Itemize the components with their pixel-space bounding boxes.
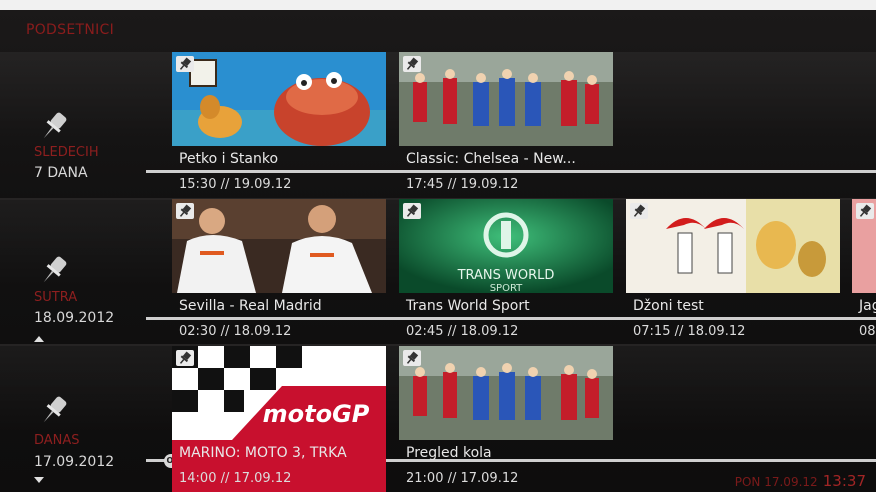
program-title: MARINO: MOTO 3, TRKA (179, 445, 347, 461)
arrow-up-icon[interactable] (34, 336, 44, 342)
program-title: Sevilla - Real Madrid (179, 298, 322, 314)
pushpin-icon (176, 350, 194, 366)
thumbnail-text: SPORT (490, 283, 523, 293)
reminder-row-tomorrow: SUTRA 18.09.2012 Sevilla - Real Madrid 0… (0, 199, 876, 346)
program-time: 14:00 // 17.09.12 (179, 471, 292, 486)
clock: PON 17.09.12 13:37 (735, 471, 866, 490)
program-card[interactable]: Petko i Stanko 15:30 // 19.09.12 (172, 52, 386, 194)
program-thumbnail (626, 199, 840, 293)
reminder-row-next-7-days: SLEDECIH 7 DANA Petko i Stanko 15:30 // … (0, 52, 876, 198)
reminders-screen: PODSETNICI SLEDECIH 7 DANA Petko i Stank… (0, 10, 876, 492)
clock-date: PON 17.09.12 (734, 475, 818, 489)
pushpin-icon (630, 203, 648, 219)
program-card[interactable]: Classic: Chelsea - New... 17:45 // 19.09… (399, 52, 613, 194)
program-title: Jag (859, 298, 876, 314)
row-label: SLEDECIH (34, 145, 99, 160)
pushpin-icon (403, 56, 421, 72)
row-sublabel: 17.09.2012 (34, 454, 115, 470)
pushpin-icon (43, 396, 67, 423)
program-card[interactable]: Sevilla - Real Madrid 02:30 // 18.09.12 (172, 199, 386, 341)
pushpin-icon (403, 203, 421, 219)
row-sublabel: 7 DANA (34, 165, 88, 181)
program-card[interactable]: Džoni test 07:15 // 18.09.12 (626, 199, 840, 341)
pushpin-icon (176, 56, 194, 72)
pushpin-icon (43, 112, 67, 139)
thumbnail-text: motoGP (263, 400, 370, 428)
program-thumbnail (172, 52, 386, 146)
program-time: 15:30 // 19.09.12 (179, 177, 292, 192)
pushpin-icon (176, 203, 194, 219)
arrow-down-icon[interactable] (34, 477, 44, 483)
row-label: DANAS (34, 433, 80, 448)
row-sublabel: 18.09.2012 (34, 310, 115, 326)
program-card[interactable]: TRANS WORLD SPORT Trans World Sport 02:4… (399, 199, 613, 341)
program-card[interactable]: Pregled kola 21:00 // 17.09.12 (399, 346, 613, 488)
pushpin-icon (856, 203, 874, 219)
program-title: Petko i Stanko (179, 151, 279, 167)
program-time: 08 (859, 324, 876, 339)
program-time: 07:15 // 18.09.12 (633, 324, 746, 339)
pushpin-icon (43, 256, 67, 283)
program-title: Classic: Chelsea - New... (406, 151, 576, 167)
program-title: Džoni test (633, 298, 704, 314)
clock-time: 13:37 (822, 472, 866, 490)
reminder-row-today: DANAS 17.09.2012 OK motoGP MARINO: MOT (0, 346, 876, 492)
program-card[interactable]: Jag 08 (852, 199, 876, 341)
program-time: 02:30 // 18.09.12 (179, 324, 292, 339)
program-thumbnail (399, 346, 613, 440)
program-title: Pregled kola (406, 445, 492, 461)
page-title: PODSETNICI (26, 22, 115, 38)
program-time: 21:00 // 17.09.12 (406, 471, 519, 486)
program-title: Trans World Sport (406, 298, 530, 314)
program-thumbnail: TRANS WORLD SPORT (399, 199, 613, 293)
program-thumbnail: motoGP (172, 346, 386, 440)
row-label: SUTRA (34, 290, 78, 305)
thumbnail-text: TRANS WORLD (457, 268, 555, 283)
top-border (0, 0, 876, 10)
program-card-selected[interactable]: motoGP MARINO: MOTO 3, TRKA 14:00 // 17.… (172, 346, 386, 492)
program-thumbnail (172, 199, 386, 293)
pushpin-icon (403, 350, 421, 366)
program-thumbnail (399, 52, 613, 146)
program-time: 17:45 // 19.09.12 (406, 177, 519, 192)
program-time: 02:45 // 18.09.12 (406, 324, 519, 339)
